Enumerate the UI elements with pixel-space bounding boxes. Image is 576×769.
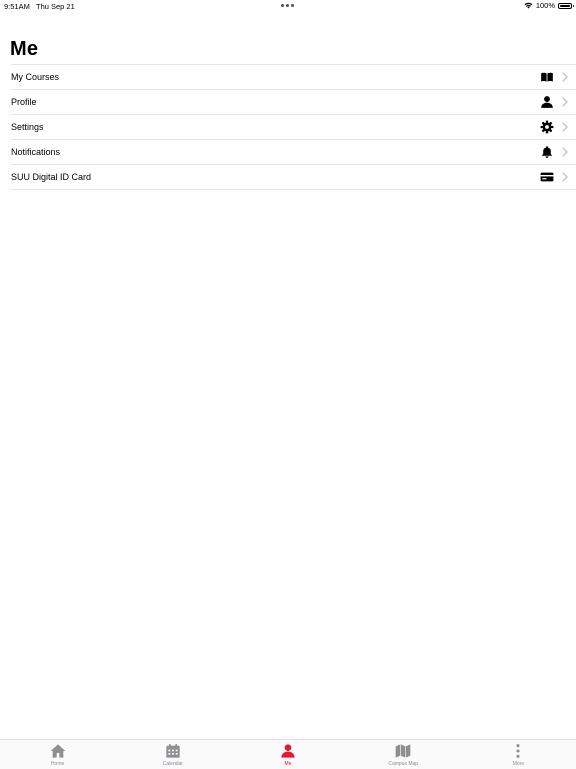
status-date: Thu Sep 21: [36, 2, 75, 11]
tab-label: Calendar: [162, 761, 183, 767]
tab-home[interactable]: Home: [0, 740, 115, 769]
chevron-right-icon: [562, 122, 568, 132]
chevron-right-icon: [562, 97, 568, 107]
menu-item-label: Settings: [11, 122, 44, 132]
gear-icon: [540, 120, 554, 134]
tab-more[interactable]: More: [461, 740, 576, 769]
home-icon: [50, 744, 65, 758]
status-time: 9:51AM: [4, 2, 30, 11]
menu-item-notifications[interactable]: Notifications: [11, 140, 576, 165]
menu-item-label: Profile: [11, 97, 37, 107]
chevron-right-icon: [562, 172, 568, 182]
wifi-icon: [524, 2, 533, 9]
menu-item-label: Notifications: [11, 147, 61, 157]
chevron-right-icon: [562, 147, 568, 157]
multitasking-dots-icon[interactable]: [281, 4, 294, 7]
menu-item-my-courses[interactable]: My Courses: [11, 65, 576, 90]
person-icon: [281, 744, 295, 758]
menu-item-label: My Courses: [11, 72, 60, 82]
book-icon: [541, 72, 553, 82]
tab-campus-map[interactable]: Campus Map: [346, 740, 461, 769]
map-icon: [395, 744, 411, 758]
tab-label: Home: [50, 761, 65, 767]
menu-list: My Courses Profile Settings Notification…: [11, 64, 576, 190]
tab-me[interactable]: Me: [230, 740, 345, 769]
battery-percent: 100%: [535, 1, 555, 10]
tab-label: Me: [284, 761, 292, 767]
tab-bar: Home Calendar Me Campus Map More: [0, 739, 576, 769]
status-right: 100%: [524, 1, 574, 10]
battery-icon: [558, 2, 574, 9]
chevron-right-icon: [562, 72, 568, 82]
calendar-icon: [166, 744, 180, 758]
bell-icon: [541, 146, 553, 158]
page-title: Me: [10, 38, 39, 60]
menu-item-profile[interactable]: Profile: [11, 90, 576, 115]
more-vertical-icon: [516, 744, 520, 758]
menu-item-settings[interactable]: Settings: [11, 115, 576, 140]
person-icon: [541, 96, 553, 108]
status-bar: 9:51AM Thu Sep 21 100%: [0, 0, 576, 12]
tab-label: More: [512, 761, 525, 767]
menu-item-digital-id-card[interactable]: SUU Digital ID Card: [11, 165, 576, 190]
id-card-icon: [540, 172, 554, 182]
tab-label: Campus Map: [388, 761, 419, 767]
tab-calendar[interactable]: Calendar: [115, 740, 230, 769]
menu-item-label: SUU Digital ID Card: [11, 172, 92, 182]
